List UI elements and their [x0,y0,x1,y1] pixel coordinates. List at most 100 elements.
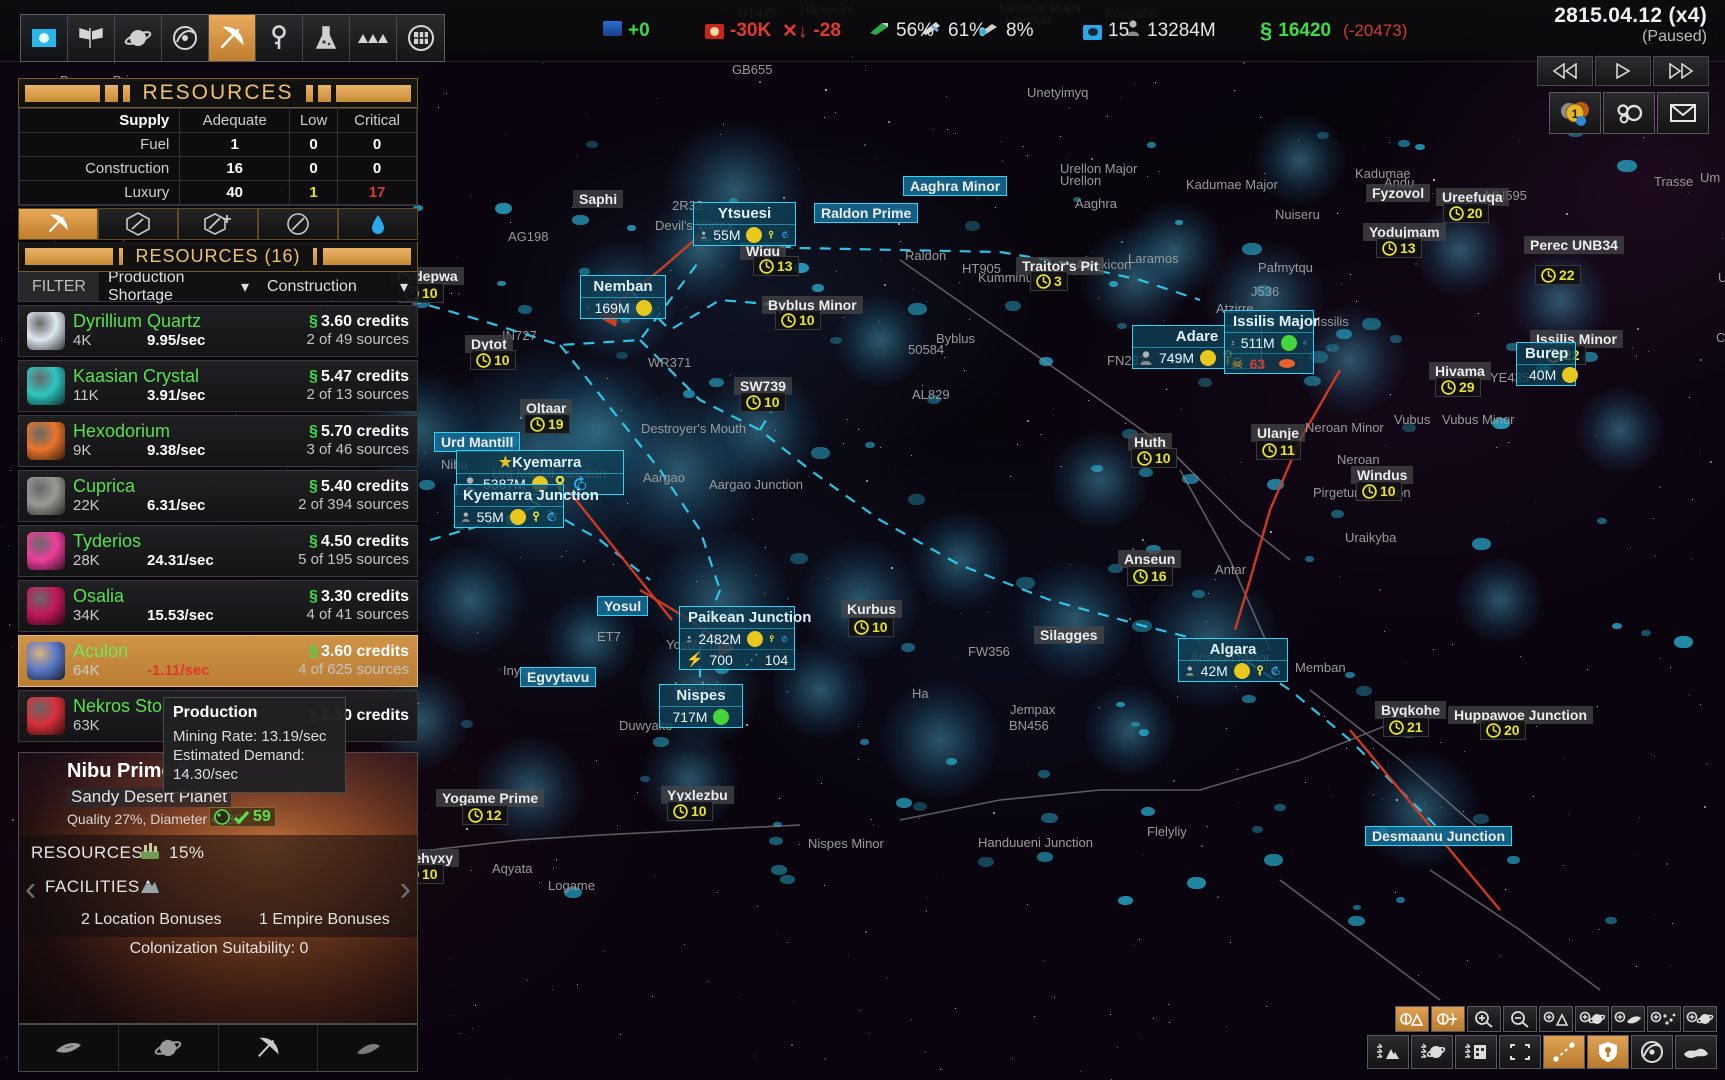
maptool-filter-military[interactable] [1367,1035,1409,1069]
map-colony-tag[interactable]: Raldon Prime [814,203,918,223]
toolbar-fleets[interactable] [162,15,209,61]
system-population: 2482M [698,631,741,647]
map-development-value[interactable]: 21 [1383,717,1429,737]
messages-button[interactable] [1657,92,1709,134]
maptool-hyperlane-toggle[interactable] [1543,1035,1585,1069]
toolbar-resources[interactable] [209,15,256,61]
subtab-mining-circle[interactable] [258,208,338,240]
resource-row[interactable]: Osalia34K15.53/sec§3.30 credits4 of 41 s… [18,580,418,632]
toolbar-planets[interactable] [115,15,162,61]
map-colony-tag[interactable]: Yosul [597,596,648,616]
map-system-tag[interactable]: Fyzovol [1366,184,1430,202]
map-system-panel[interactable]: Nispes717M [659,684,743,728]
maptool-zoom-to-planet[interactable] [1575,1006,1609,1032]
filter-construction[interactable]: Construction ▾ [258,272,417,301]
planet-tool-surface[interactable] [119,1025,219,1071]
planet-panel-toolbar[interactable] [18,1024,418,1072]
stat-luxury-supply: 8% [978,0,1033,62]
maptool-filter-bases[interactable] [1455,1035,1497,1069]
map-development-value[interactable]: 10 [775,310,821,330]
maptool-zoom-to-system[interactable] [1539,1006,1573,1032]
map-development-value[interactable]: 10 [848,617,894,637]
map-colony-tag[interactable]: Aaghra Minor [903,176,1007,196]
subtab-mine-sites[interactable] [98,208,178,240]
map-development-value[interactable]: 29 [1435,377,1481,397]
toolbar-espionage[interactable] [256,15,303,61]
speed-play-button[interactable] [1595,56,1651,86]
maptool-brightness-toggle[interactable] [1431,1006,1465,1032]
resource-row[interactable]: Aculon64K-1.11/sec§3.60 credits4 of 625 … [18,635,418,687]
main-toolbar[interactable] [20,14,445,62]
maptool-find-colony[interactable] [1683,1006,1717,1032]
map-colony-tag[interactable]: Egvytavu [520,667,596,687]
planet-tool-ships[interactable] [19,1025,119,1071]
map-tools[interactable] [1367,1006,1717,1072]
map-development-value[interactable]: 13 [753,256,799,276]
maptool-find-resource[interactable] [1647,1006,1681,1032]
maptool-territory-toggle[interactable] [1587,1035,1629,1069]
toolbar-research[interactable] [303,15,350,61]
map-development-value[interactable]: 20 [1480,720,1526,740]
map-development-value[interactable]: 10 [470,350,516,370]
map-system-panel[interactable]: Nemban169M [580,275,666,319]
toolbar-empire-overview[interactable] [21,15,68,61]
resource-row[interactable]: Hexodorium9K9.38/sec§5.70 credits3 of 46… [18,415,418,467]
filter-production-shortage[interactable]: Production Shortage ▾ [99,272,258,301]
map-colony-tag[interactable]: Desmaanu Junction [1365,826,1512,846]
resource-subtabs[interactable] [18,208,418,240]
settings-button[interactable] [1603,92,1655,134]
map-development-value[interactable]: 12 [462,805,508,825]
filter-row[interactable]: FILTER Production Shortage ▾ Constructio… [18,272,418,302]
maptool-zoom-out[interactable] [1503,1006,1537,1032]
map-development-value[interactable]: 22 [1535,265,1581,285]
map-development-value[interactable]: 10 [667,801,713,821]
maptool-filter-planets[interactable] [1411,1035,1453,1069]
map-system-panel[interactable]: Burep40M [1516,342,1576,386]
toolbar-diplomacy[interactable] [68,15,115,61]
resource-name: Cuprica [73,476,135,496]
toolbar-construction[interactable] [397,15,444,61]
subtab-add-mine[interactable] [178,208,258,240]
speed-slower-button[interactable] [1537,56,1593,86]
map-development-value[interactable]: 19 [524,414,570,434]
map-system-tag[interactable]: Silagges [1034,626,1104,644]
map-development-value[interactable]: 10 [1131,448,1177,468]
speed-controls[interactable] [1537,56,1709,86]
maptool-contrast-toggle[interactable] [1395,1006,1429,1032]
map-system-panel[interactable]: Issilis Major511M☠63 [1224,310,1314,374]
maptool-select-frame[interactable] [1499,1035,1541,1069]
map-development-value[interactable]: 16 [1127,566,1173,586]
resource-row[interactable]: Tyderios28K24.31/sec§4.50 credits5 of 19… [18,525,418,577]
resource-list[interactable]: Dyrillium Quartz4K9.95/sec§3.60 credits2… [18,305,418,742]
map-development-value[interactable]: 10 [1356,481,1402,501]
map-development-value[interactable]: 11 [1256,440,1301,460]
subtab-mining[interactable] [18,208,98,240]
planet-tool-mining[interactable] [219,1025,319,1071]
resource-row[interactable]: Kaasian Crystal11K3.91/sec§5.47 credits2… [18,360,418,412]
maptool-zoom-in[interactable] [1467,1006,1501,1032]
map-label: Destroyer's Mouth [641,421,746,436]
top-right-buttons[interactable]: 1 [1549,92,1709,134]
map-system-tag[interactable]: Saphi [573,190,623,208]
map-system-panel[interactable]: Ytsuesi55M [693,202,796,246]
map-development-value[interactable]: 10 [740,392,786,412]
map-system-panel[interactable]: Kyemarra Junction55M [454,484,564,528]
subtab-water[interactable] [338,208,418,240]
resource-row[interactable]: Cuprica22K6.31/sec§5.40 credits2 of 394 … [18,470,418,522]
map-system-panel[interactable]: Paikean Junction2482M⚡700⋰104 [679,606,795,670]
maptool-find-ship[interactable] [1611,1006,1645,1032]
maptool-galaxy-map[interactable] [1631,1035,1673,1069]
map-colony-tag[interactable]: Urd Mantill [434,432,520,452]
map-development-value[interactable]: 3 [1030,271,1068,291]
speed-faster-button[interactable] [1653,56,1709,86]
map-system-tag[interactable]: Kurbus [841,600,902,618]
map-development-value[interactable]: 20 [1443,203,1489,223]
toolbar-military[interactable] [350,15,397,61]
resource-row[interactable]: Dyrillium Quartz4K9.95/sec§3.60 credits2… [18,305,418,357]
map-system-panel[interactable]: Algara42M [1178,638,1288,682]
planet-tool-fleet[interactable] [318,1025,417,1071]
map-system-tag[interactable]: Perec UNB34 [1524,236,1624,254]
notifications-button[interactable]: 1 [1549,92,1601,134]
maptool-diplomacy-map[interactable] [1675,1035,1717,1069]
map-development-value[interactable]: 13 [1376,238,1422,258]
